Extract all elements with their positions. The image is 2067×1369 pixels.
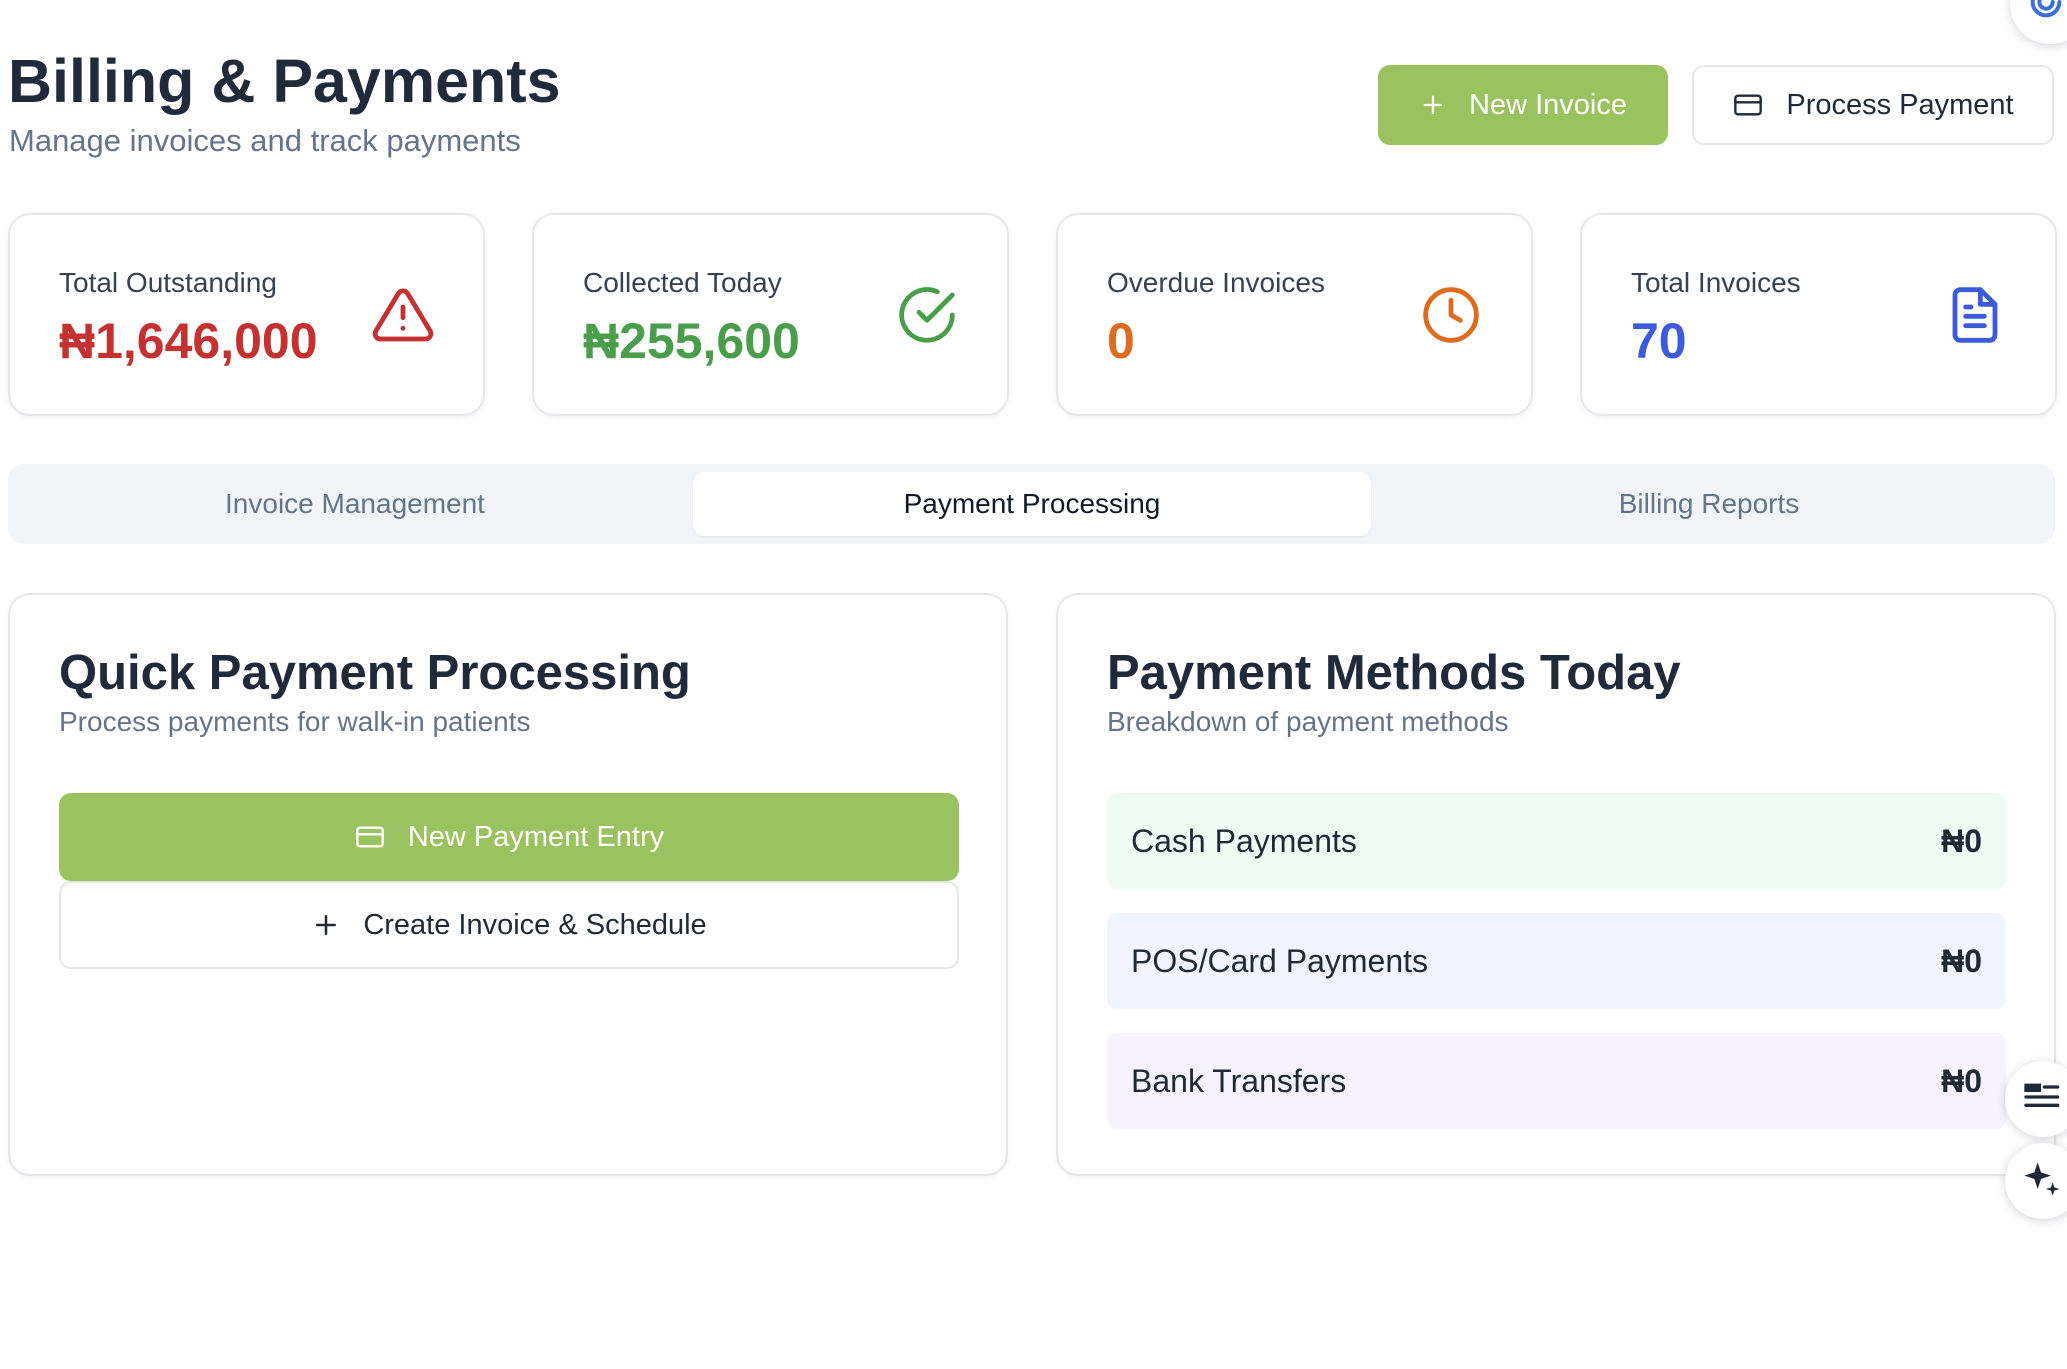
quick-payment-panel: Quick Payment Processing Process payment… [8, 593, 1008, 1176]
create-invoice-schedule-button[interactable]: Create Invoice & Schedule [59, 881, 959, 969]
stat-label: Overdue Invoices [1107, 267, 1325, 298]
stat-label: Total Invoices [1631, 267, 1801, 298]
plus-icon [311, 910, 341, 940]
payment-methods-subtitle: Breakdown of payment methods [1107, 706, 1509, 737]
stat-card-overdue-invoices: Overdue Invoices 0 [1056, 213, 1533, 416]
payment-method-amount: ₦0 [1941, 942, 1982, 979]
payment-methods-panel: Payment Methods Today Breakdown of payme… [1056, 593, 2056, 1176]
sparkle-icon [2021, 1159, 2061, 1204]
new-payment-entry-button[interactable]: New Payment Entry [59, 793, 959, 881]
payment-method-amount: ₦0 [1941, 822, 1982, 859]
payment-method-label: Bank Transfers [1131, 1062, 1347, 1099]
plus-icon [1419, 91, 1447, 119]
stat-card-total-invoices: Total Invoices 70 [1580, 213, 2057, 416]
process-payment-button[interactable]: Process Payment [1692, 65, 2054, 145]
payment-method-row-cash: Cash Payments ₦0 [1107, 793, 2006, 889]
payment-method-row-pos-card: POS/Card Payments ₦0 [1107, 913, 2006, 1009]
stat-label: Collected Today [583, 267, 782, 298]
page-title: Billing & Payments [8, 47, 561, 115]
payment-method-row-bank-transfer: Bank Transfers ₦0 [1107, 1033, 2006, 1129]
payment-method-label: Cash Payments [1131, 822, 1357, 859]
payment-method-amount: ₦0 [1941, 1062, 1982, 1099]
clock-icon [1419, 283, 1483, 347]
assistant-swirl-button[interactable] [2010, 0, 2067, 44]
process-payment-label: Process Payment [1786, 88, 2014, 121]
sparkle-button[interactable] [2005, 1143, 2067, 1219]
stat-value: ₦1,646,000 [59, 313, 318, 369]
tab-billing-reports[interactable]: Billing Reports [1370, 472, 2048, 536]
document-icon [1943, 283, 2007, 347]
new-payment-entry-label: New Payment Entry [407, 820, 665, 853]
stat-card-total-outstanding: Total Outstanding ₦1,646,000 [8, 213, 485, 416]
create-invoice-schedule-label: Create Invoice & Schedule [363, 908, 707, 941]
alert-triangle-icon [371, 283, 435, 347]
tab-bar: Invoice Management Payment Processing Bi… [8, 464, 2055, 544]
payment-method-label: POS/Card Payments [1131, 942, 1428, 979]
new-invoice-button[interactable]: New Invoice [1378, 65, 1668, 145]
quick-payment-title: Quick Payment Processing [59, 646, 691, 700]
stat-card-collected-today: Collected Today ₦255,600 [532, 213, 1009, 416]
tab-invoice-management[interactable]: Invoice Management [16, 472, 694, 536]
check-circle-icon [895, 283, 959, 347]
tab-payment-processing[interactable]: Payment Processing [693, 472, 1371, 536]
page-subtitle: Manage invoices and track payments [9, 123, 521, 158]
payment-methods-title: Payment Methods Today [1107, 646, 1681, 700]
assistant-swirl-icon [2026, 0, 2066, 27]
stat-value: 70 [1631, 313, 1687, 369]
stat-value: 0 [1107, 313, 1135, 369]
credit-card-icon [1732, 89, 1764, 121]
credit-card-icon [354, 821, 386, 853]
stat-value: ₦255,600 [583, 313, 800, 369]
quote-list-icon [2021, 1077, 2061, 1122]
stat-label: Total Outstanding [59, 267, 277, 298]
new-invoice-label: New Invoice [1469, 88, 1627, 121]
quick-payment-subtitle: Process payments for walk-in patients [59, 706, 531, 737]
